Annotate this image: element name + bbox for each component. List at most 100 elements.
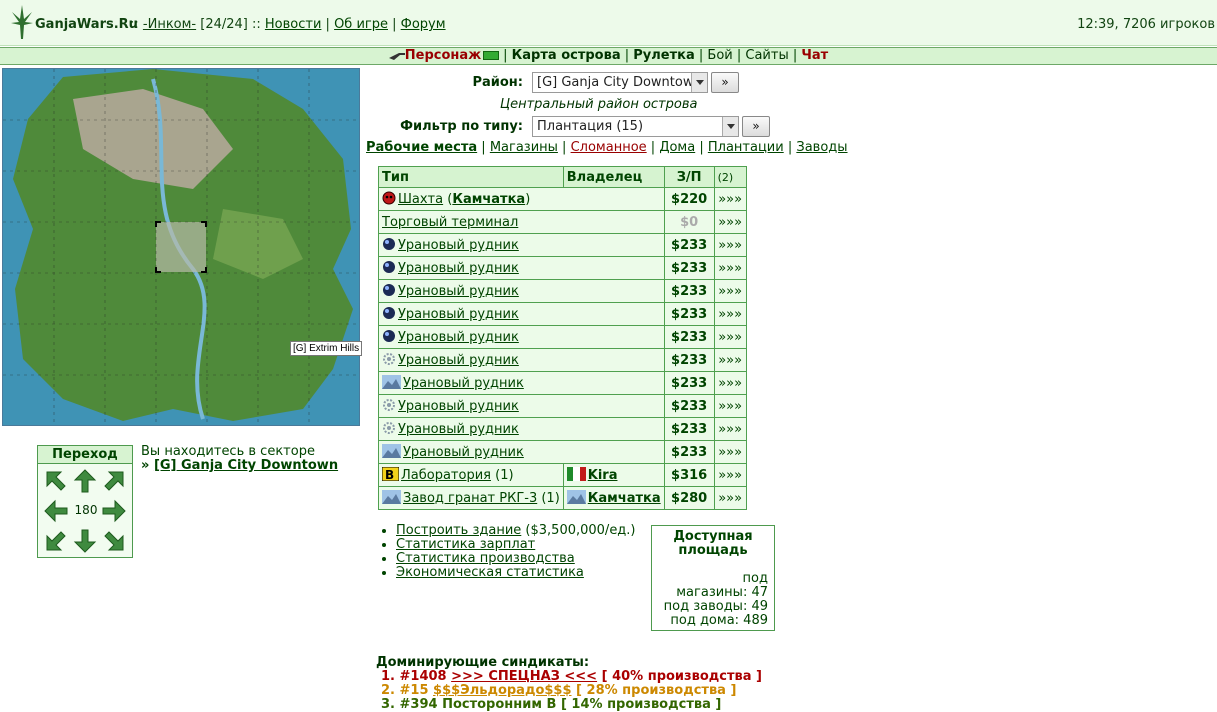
nav-chat[interactable]: Чат: [801, 48, 828, 63]
arrow-up-left-icon[interactable]: [43, 468, 69, 494]
more-link[interactable]: »»»: [718, 399, 742, 414]
island-map-image: [3, 69, 359, 425]
object-link[interactable]: Урановый рудник: [403, 445, 524, 460]
syndicate-link[interactable]: >>> СПЕЦНАЗ <<<: [451, 669, 597, 684]
salary: $233: [663, 394, 715, 418]
object-link[interactable]: Урановый рудник: [403, 376, 524, 391]
island-map[interactable]: [2, 68, 360, 426]
forum-link[interactable]: Форум: [401, 17, 446, 32]
arrow-up-icon[interactable]: [72, 468, 98, 494]
district-select-value: [G] Ganja City Downtown: [537, 75, 702, 90]
more-link[interactable]: »»»: [718, 284, 742, 299]
object-link[interactable]: Лаборатория: [401, 468, 491, 483]
arrow-down-icon[interactable]: [72, 528, 98, 554]
object-link[interactable]: Урановый рудник: [398, 330, 519, 345]
owner-link[interactable]: Камчатка: [452, 192, 525, 207]
salary: $233: [663, 279, 715, 303]
object-link[interactable]: Урановый рудник: [398, 261, 519, 276]
nav-map[interactable]: Карта острова: [512, 48, 621, 63]
mountain-icon: [382, 375, 401, 389]
more-link[interactable]: »»»: [718, 468, 742, 483]
available-area-box: Доступная площадь под магазины: 47 под з…: [651, 525, 775, 631]
more-link[interactable]: »»»: [718, 422, 742, 437]
map-tooltip: [G] Extrim Hills: [290, 341, 363, 356]
type-filter-select[interactable]: Плантация (15): [532, 116, 739, 137]
table-row: Урановый рудник $233 »»»: [378, 371, 747, 395]
tab-plantations[interactable]: Плантации: [708, 140, 784, 155]
object-link[interactable]: Торговый терминал: [382, 215, 518, 230]
filter-go-button[interactable]: »: [742, 116, 770, 137]
object-link[interactable]: Урановый рудник: [398, 307, 519, 322]
list-item: Экономическая статистика: [396, 566, 636, 580]
area-shops: магазины: 47: [676, 585, 768, 600]
object-link[interactable]: Шахта: [398, 192, 443, 207]
salary: $220: [663, 187, 715, 211]
wages-link[interactable]: Статистика зарплат: [396, 537, 535, 552]
salary: $233: [663, 233, 715, 257]
nav-fight[interactable]: Бой: [707, 48, 732, 63]
biohazard-icon: B: [382, 467, 399, 481]
owner-link[interactable]: Камчатка: [588, 491, 661, 506]
user-link[interactable]: -Инком-: [143, 17, 196, 32]
object-link[interactable]: Урановый рудник: [398, 422, 519, 437]
arrow-up-right-icon[interactable]: [101, 468, 127, 494]
more-link[interactable]: »»»: [718, 353, 742, 368]
main-nav: Персонаж | Карта острова | Рулетка | Бой …: [0, 47, 1217, 65]
syndicate-rank: 1. #1408: [381, 669, 452, 684]
object-link[interactable]: Урановый рудник: [398, 353, 519, 368]
tab-work[interactable]: Рабочие места: [366, 140, 477, 155]
tab-shops[interactable]: Магазины: [490, 140, 558, 155]
more-link[interactable]: »»»: [718, 307, 742, 322]
nav-personage[interactable]: Персонаж: [405, 48, 481, 63]
flag-icon: [566, 467, 586, 481]
build-link[interactable]: Построить здание: [396, 523, 521, 538]
production-link[interactable]: Статистика производства: [396, 551, 575, 566]
syndicate-share: [ 14% производства ]: [556, 697, 722, 712]
table-row: Урановый рудник $233 »»»: [378, 440, 747, 464]
table-row: Завод гранат РКГ-3 (1) Камчатка $280 »»»: [378, 486, 747, 510]
more-link[interactable]: »»»: [718, 330, 742, 345]
more-link[interactable]: »»»: [718, 192, 742, 207]
district-select[interactable]: [G] Ganja City Downtown: [532, 72, 708, 93]
arrow-down-left-icon[interactable]: [43, 528, 69, 554]
economy-link[interactable]: Экономическая статистика: [396, 565, 584, 580]
sphere-icon: [383, 330, 395, 342]
more-link[interactable]: »»»: [718, 491, 742, 506]
syndicate-link[interactable]: $$$Эльдорадо$$$: [433, 683, 572, 698]
more-link[interactable]: »»»: [718, 215, 742, 230]
district-go-button[interactable]: »: [711, 72, 739, 93]
arrow-right-icon[interactable]: [101, 498, 127, 524]
cannabis-leaf-logo-icon: [11, 5, 33, 39]
more-link[interactable]: »»»: [718, 261, 742, 276]
about-link[interactable]: Об игре: [334, 17, 388, 32]
object-link[interactable]: Урановый рудник: [398, 399, 519, 414]
owner-link[interactable]: Kira: [588, 468, 618, 483]
sector-text: Вы находитесь в секторе: [141, 444, 315, 459]
syndicate-link[interactable]: Посторонним В: [442, 697, 556, 712]
user-info: :: -Инком- [24/24] :: Новости | Об игре …: [130, 17, 446, 32]
object-link[interactable]: Завод гранат РКГ-3: [403, 491, 537, 506]
sector-link[interactable]: [G] Ganja City Downtown: [154, 458, 338, 473]
more-link[interactable]: »»»: [718, 376, 742, 391]
arrow-left-icon[interactable]: [43, 498, 69, 524]
district-description: Центральный район острова: [500, 97, 698, 112]
arrow-down-right-icon[interactable]: [101, 528, 127, 554]
note-close: ): [525, 192, 531, 207]
more-link[interactable]: »»»: [718, 445, 742, 460]
tab-houses[interactable]: Дома: [659, 140, 695, 155]
sphere-icon: [383, 307, 395, 319]
area-houses: под дома: 489: [670, 613, 768, 628]
tab-factories[interactable]: Заводы: [796, 140, 847, 155]
syndicate-rank: 2. #15: [381, 683, 434, 698]
news-link[interactable]: Новости: [265, 17, 322, 32]
more-link[interactable]: »»»: [718, 238, 742, 253]
table-row: Урановый рудник $233 »»»: [378, 348, 747, 372]
object-link[interactable]: Урановый рудник: [398, 284, 519, 299]
object-link[interactable]: Урановый рудник: [398, 238, 519, 253]
nav-sites[interactable]: Сайты: [745, 48, 788, 63]
nav-roulette[interactable]: Рулетка: [633, 48, 694, 63]
tab-broken[interactable]: Сломанное: [571, 140, 647, 155]
syndicates-block: Доминирующие синдикаты: 1. #1408 >>> СПЕ…: [376, 656, 762, 712]
gear-icon: [383, 353, 395, 365]
table-row: Урановый рудник $233 »»»: [378, 394, 747, 418]
